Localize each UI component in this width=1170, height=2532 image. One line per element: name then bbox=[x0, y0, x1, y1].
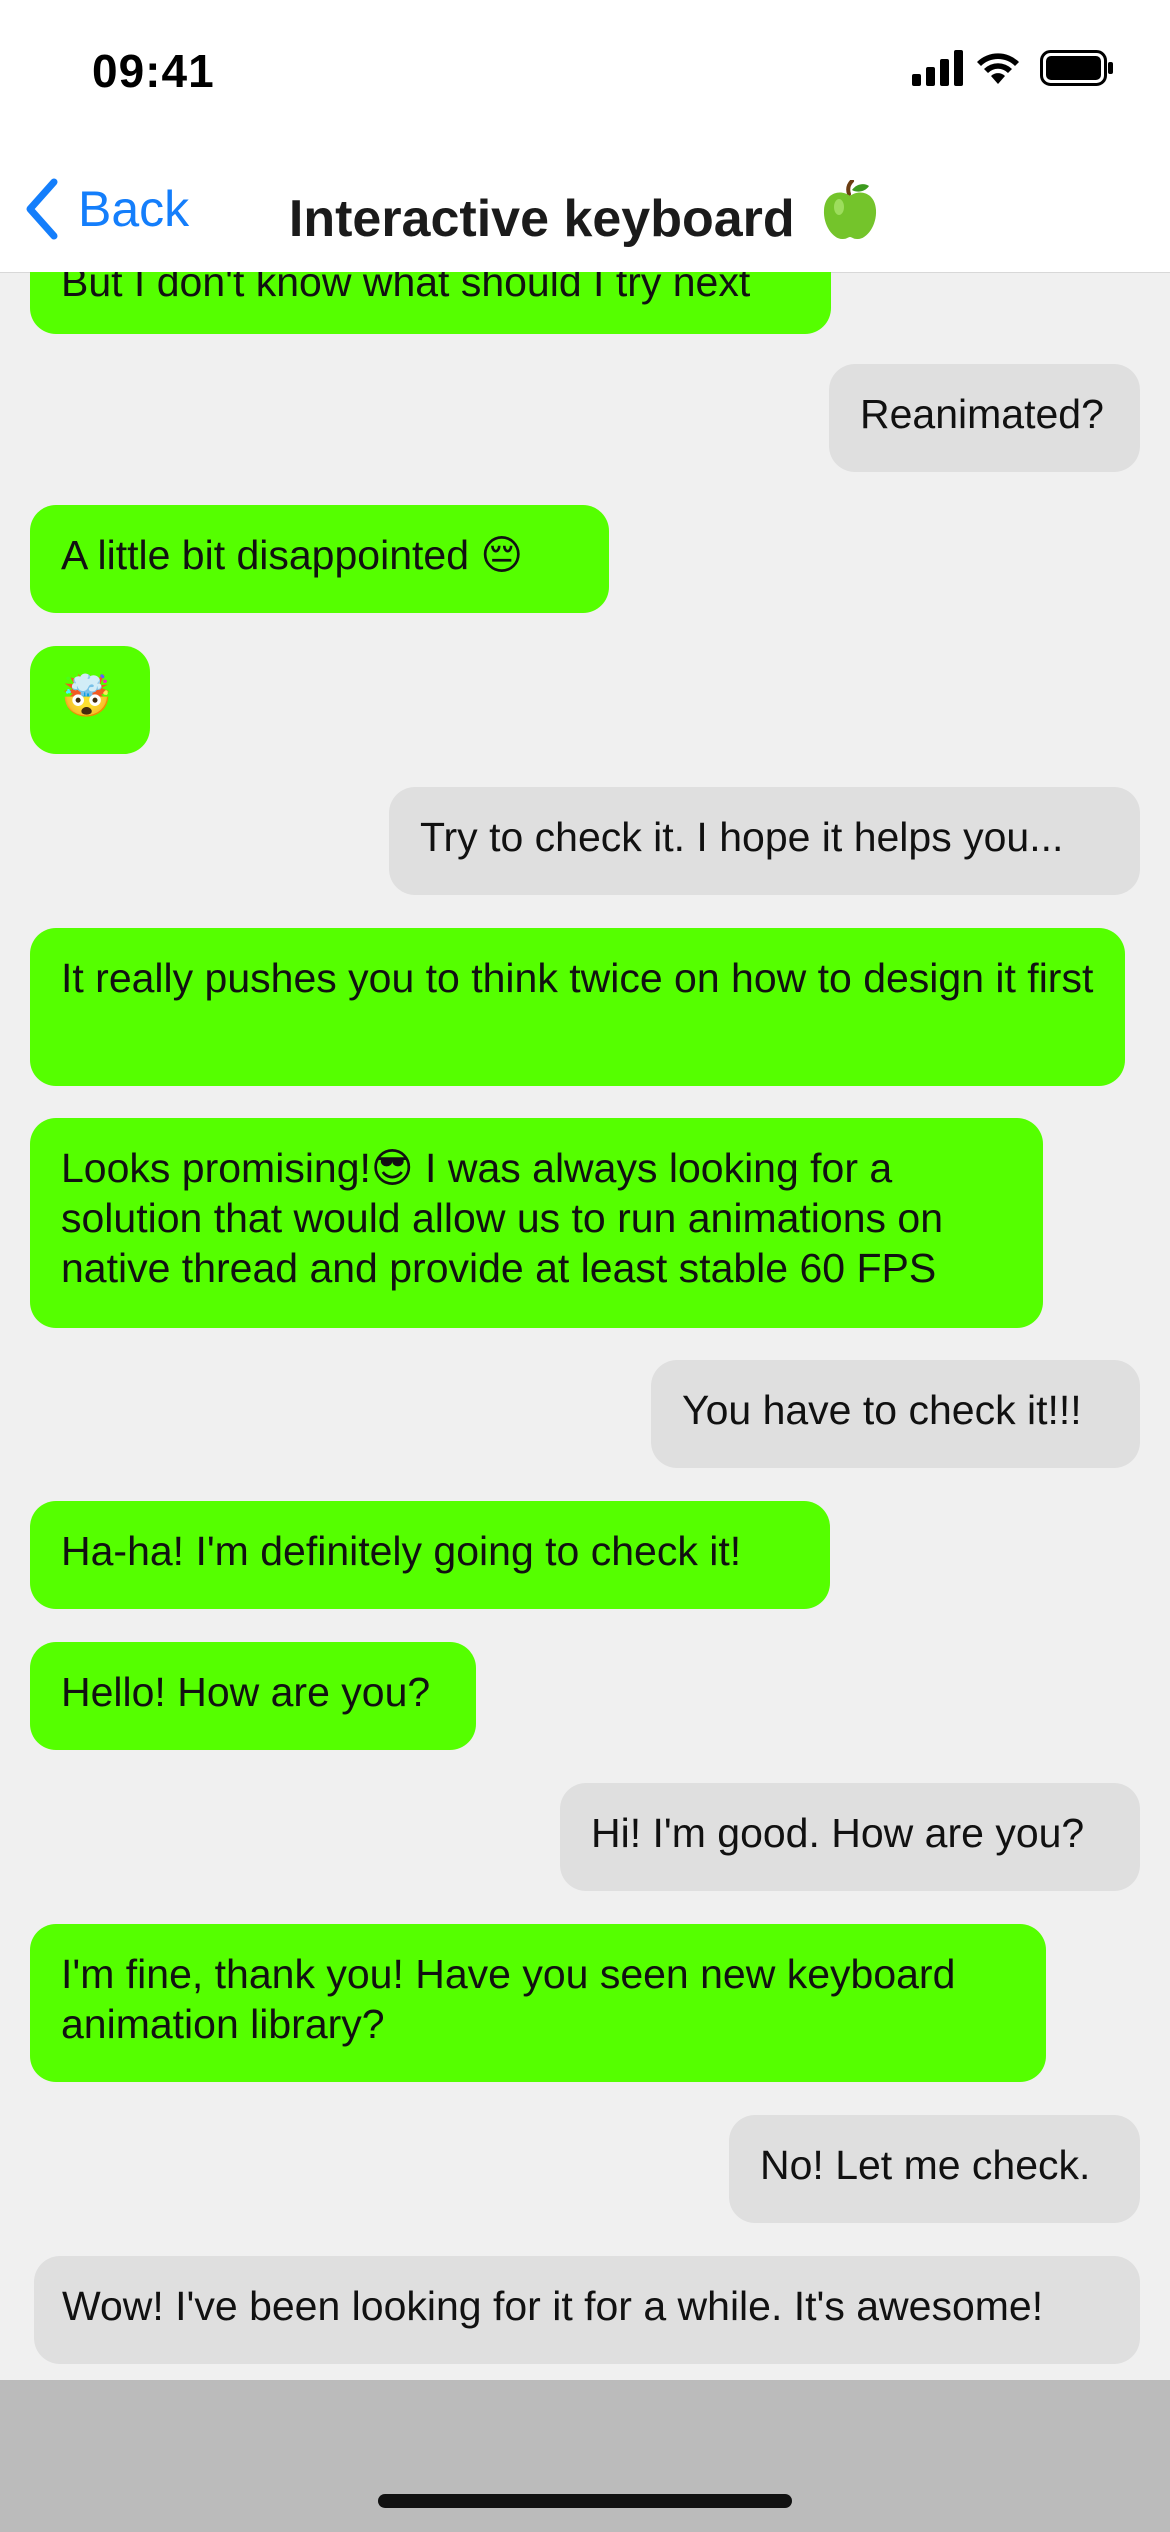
home-indicator[interactable] bbox=[378, 2494, 792, 2508]
navigation-header: Back Interactive keyboard bbox=[0, 150, 1170, 273]
message-text: But I don't know what should I try next bbox=[61, 272, 751, 305]
message-bubble-incoming: It really pushes you to think twice on h… bbox=[30, 928, 1125, 1086]
message-bubble-incoming: A little bit disappointed 😔 bbox=[30, 505, 609, 613]
message-bubble-outgoing: No! Let me check. bbox=[729, 2115, 1140, 2223]
wifi-icon bbox=[977, 53, 1019, 84]
message-text: I'm fine, thank you! Have you seen new k… bbox=[61, 1951, 956, 2047]
message-bubble-incoming: But I don't know what should I try next bbox=[30, 272, 831, 334]
message-bubble-outgoing: You have to check it!!! bbox=[651, 1360, 1140, 1468]
message-text: Hello! How are you? bbox=[61, 1669, 431, 1715]
message-bubble-incoming: 🤯 bbox=[30, 646, 150, 754]
message-text: 🤯 bbox=[61, 673, 113, 719]
message-text: No! Let me check. bbox=[760, 2142, 1091, 2188]
battery-icon bbox=[1040, 50, 1113, 86]
message-bubble-incoming: Looks promising!😎 I was always looking f… bbox=[30, 1118, 1043, 1328]
message-text: Try to check it. I hope it helps you... bbox=[420, 814, 1064, 860]
cellular-signal-icon bbox=[912, 50, 963, 86]
message-text: Reanimated? bbox=[860, 391, 1104, 437]
keyboard-area bbox=[0, 2380, 1170, 2532]
chat-message-list[interactable]: But I don't know what should I try next … bbox=[0, 272, 1170, 2380]
status-bar: 09:41 bbox=[0, 0, 1170, 150]
message-bubble-incoming: I'm fine, thank you! Have you seen new k… bbox=[30, 1924, 1046, 2082]
green-apple-icon bbox=[824, 180, 877, 240]
message-text: You have to check it!!! bbox=[682, 1387, 1082, 1433]
page-title: Interactive keyboard bbox=[0, 180, 1170, 249]
page-title-text: Interactive keyboard bbox=[288, 190, 795, 248]
message-bubble-incoming: Hello! How are you? bbox=[30, 1642, 476, 1750]
message-text: Looks promising!😎 I was always looking f… bbox=[61, 1145, 944, 1291]
message-bubble-incoming: Ha-ha! I'm definitely going to check it! bbox=[30, 1501, 830, 1609]
message-text: It really pushes you to think twice on h… bbox=[61, 955, 1094, 1001]
message-text: Ha-ha! I'm definitely going to check it! bbox=[61, 1528, 742, 1574]
message-text: Wow! I've been looking for it for a whil… bbox=[62, 2283, 1044, 2329]
message-bubble-outgoing: Wow! I've been looking for it for a whil… bbox=[34, 2256, 1140, 2364]
message-text: A little bit disappointed 😔 bbox=[61, 532, 524, 578]
message-bubble-outgoing: Try to check it. I hope it helps you... bbox=[389, 787, 1140, 895]
message-text: Hi! I'm good. How are you? bbox=[591, 1810, 1085, 1856]
status-time: 09:41 bbox=[92, 45, 215, 97]
message-bubble-outgoing: Reanimated? bbox=[829, 364, 1140, 472]
message-bubble-outgoing: Hi! I'm good. How are you? bbox=[560, 1783, 1140, 1891]
